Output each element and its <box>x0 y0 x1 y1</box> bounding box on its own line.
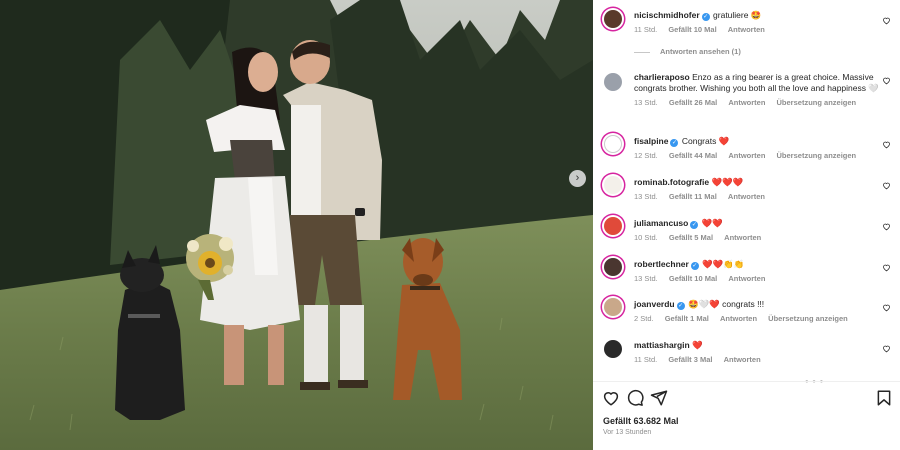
show-translation-link[interactable]: Übersetzung anzeigen <box>768 314 848 323</box>
comment-username[interactable]: charlieraposo <box>634 72 690 82</box>
verified-badge-icon: ✓ <box>701 13 710 21</box>
comment-username[interactable]: joanverdu <box>634 299 675 309</box>
comment-time: 10 Std. <box>634 233 658 242</box>
view-replies-link[interactable]: Antworten ansehen (1) <box>634 47 741 56</box>
loading-indicator-icon: ● ● ● <box>805 379 825 385</box>
chevron-right-icon: › <box>575 172 580 184</box>
avatar[interactable] <box>602 338 624 360</box>
comment-text: ❤️❤️ <box>701 218 723 228</box>
comment-list: nicischmidhofer ✓ gratuliere 🤩 11 Std. Ge… <box>593 0 900 380</box>
next-photo-button[interactable]: › <box>569 170 586 187</box>
comment-likes[interactable]: Gefällt 44 Mal <box>669 151 717 160</box>
like-comment-heart-icon[interactable] <box>882 76 891 85</box>
comment-time: 11 Std. <box>634 355 658 364</box>
comment-username[interactable]: robertlechner <box>634 259 689 269</box>
comment-text: gratuliere 🤩 <box>713 10 762 20</box>
comment-time: 11 Std. <box>634 25 658 34</box>
bookmark-icon[interactable] <box>875 389 893 407</box>
comment-text: Congrats ❤️ <box>681 136 730 146</box>
avatar[interactable] <box>602 8 624 30</box>
like-comment-heart-icon[interactable] <box>882 16 891 25</box>
comment-time: 2 Std. <box>634 314 654 323</box>
like-comment-heart-icon[interactable] <box>882 263 891 272</box>
comment-time: 13 Std. <box>634 274 658 283</box>
post-action-bar <box>593 389 900 411</box>
comment-likes[interactable]: Gefällt 5 Mal <box>669 233 713 242</box>
comment-time: 13 Std. <box>634 192 658 201</box>
wedding-photo-illustration <box>0 0 593 450</box>
show-translation-link[interactable]: Übersetzung anzeigen <box>777 98 857 107</box>
reply-link[interactable]: Antworten <box>728 151 765 160</box>
comment-time: 13 Std. <box>634 98 658 107</box>
post-photo: › <box>0 0 593 450</box>
verified-badge-icon: ✓ <box>690 262 699 270</box>
like-comment-heart-icon[interactable] <box>882 140 891 149</box>
avatar[interactable] <box>602 256 624 278</box>
comment-username[interactable]: rominab.fotografie <box>634 177 709 187</box>
comment-likes[interactable]: Gefällt 10 Mal <box>668 25 716 34</box>
reply-link[interactable]: Antworten <box>724 233 761 242</box>
like-comment-heart-icon[interactable] <box>882 344 891 353</box>
avatar[interactable] <box>602 215 624 237</box>
like-comment-heart-icon[interactable] <box>882 303 891 312</box>
comment-username[interactable]: mattiashargin <box>634 340 690 350</box>
verified-badge-icon: ✓ <box>670 139 679 147</box>
like-heart-icon[interactable] <box>602 389 620 407</box>
paper-plane-icon[interactable] <box>650 389 668 407</box>
comment-text: ❤️ <box>692 340 703 350</box>
reply-link[interactable]: Antworten <box>728 192 765 201</box>
view-replies-label: Antworten ansehen (1) <box>660 47 741 56</box>
comment-likes[interactable]: Gefällt 1 Mal <box>665 314 709 323</box>
comment-username[interactable]: nicischmidhofer <box>634 10 700 20</box>
comment-likes[interactable]: Gefällt 10 Mal <box>669 274 717 283</box>
reply-link[interactable]: Antworten <box>728 274 765 283</box>
comment-username[interactable]: fisalpine <box>634 136 668 146</box>
comment-text: 🤩🤍❤️ congrats !!! <box>688 299 765 309</box>
comment-time: 12 Std. <box>634 151 658 160</box>
verified-badge-icon: ✓ <box>690 221 699 229</box>
reply-link[interactable]: Antworten <box>728 98 765 107</box>
avatar[interactable] <box>602 296 624 318</box>
comments-panel: nicischmidhofer ✓ gratuliere 🤩 11 Std. Ge… <box>593 0 900 450</box>
avatar[interactable] <box>602 174 624 196</box>
avatar[interactable] <box>602 71 624 93</box>
reply-link[interactable]: Antworten <box>720 314 757 323</box>
comment-username[interactable]: juliamancuso <box>634 218 688 228</box>
comment-bubble-icon[interactable] <box>626 389 644 407</box>
comment-text: ❤️❤️❤️ <box>711 177 744 187</box>
comment-likes[interactable]: Gefällt 3 Mal <box>668 355 712 364</box>
divider <box>593 381 900 382</box>
show-translation-link[interactable]: Übersetzung anzeigen <box>777 151 857 160</box>
like-comment-heart-icon[interactable] <box>882 222 891 231</box>
avatar[interactable] <box>602 133 624 155</box>
post-timestamp[interactable]: Vor 13 Stunden <box>603 429 651 436</box>
verified-badge-icon: ✓ <box>676 302 685 310</box>
comment-likes[interactable]: Gefällt 11 Mal <box>669 192 717 201</box>
like-comment-heart-icon[interactable] <box>882 181 891 190</box>
reply-link[interactable]: Antworten <box>728 25 765 34</box>
comment-likes[interactable]: Gefällt 26 Mal <box>669 98 717 107</box>
comment-text: ❤️❤️👏👏 <box>702 259 745 269</box>
post-like-count[interactable]: Gefällt 63.682 Mal <box>603 416 679 426</box>
reply-link[interactable]: Antworten <box>724 355 761 364</box>
